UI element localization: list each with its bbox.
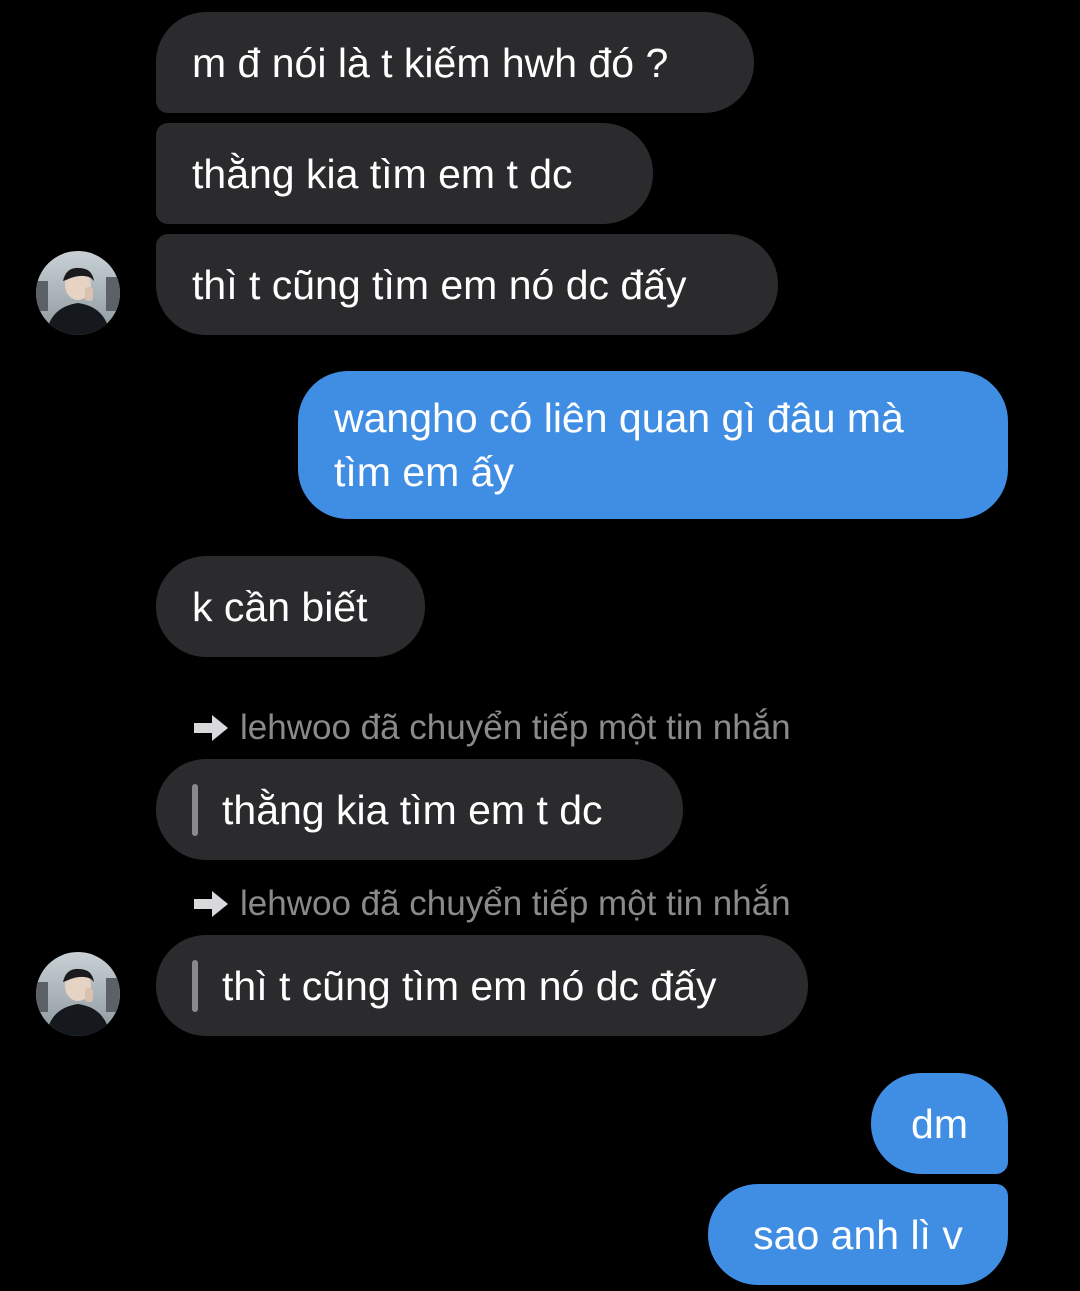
forwarded-note: lehwoo đã chuyển tiếp một tin nhắn [192, 706, 791, 750]
message-text-line: wangho có liên quan gì đâu mà [334, 395, 904, 441]
message-bubble-outgoing[interactable]: dm [871, 1073, 1008, 1174]
message-bubble-incoming[interactable]: thằng kia tìm em t dc [156, 123, 653, 224]
forward-arrow-icon [194, 715, 228, 741]
message-text: thì t cũng tìm em nó dc đấy [222, 962, 717, 1009]
message-text: thằng kia tìm em t dc [222, 786, 603, 833]
forwarded-note-text: lehwoo đã chuyển tiếp một tin nhắn [240, 884, 791, 923]
message-text: dm [911, 1100, 968, 1147]
forwarded-message-bubble[interactable]: thằng kia tìm em t dc [156, 759, 683, 860]
message-text-line: tìm em ấy [334, 449, 514, 495]
message-bubble-outgoing[interactable]: wangho có liên quan gì đâu mà tìm em ấy [298, 371, 1008, 519]
forwarded-message-bubble[interactable]: thì t cũng tìm em nó dc đấy [156, 935, 808, 1036]
forwarded-note-text: lehwoo đã chuyển tiếp một tin nhắn [240, 708, 791, 747]
message-text: m đ nói là t kiếm hwh đó ? [192, 39, 669, 86]
message-bubble-incoming[interactable]: m đ nói là t kiếm hwh đó ? [156, 12, 754, 113]
message-bubble-incoming[interactable]: thì t cũng tìm em nó dc đấy [156, 234, 778, 335]
forwarded-note: lehwoo đã chuyển tiếp một tin nhắn [192, 882, 791, 926]
quote-bar [192, 783, 198, 836]
forward-arrow-icon [194, 891, 228, 917]
quote-bar [192, 959, 198, 1012]
avatar-icon[interactable] [36, 952, 120, 1036]
message-text: thằng kia tìm em t dc [192, 150, 573, 197]
message-text: k cần biết [192, 583, 368, 630]
message-bubble-incoming[interactable]: k cần biết [156, 556, 425, 657]
avatar-icon[interactable] [36, 251, 120, 335]
message-bubble-outgoing[interactable]: sao anh lì v [708, 1184, 1008, 1285]
message-text: thì t cũng tìm em nó dc đấy [192, 261, 687, 308]
message-text: sao anh lì v [753, 1211, 963, 1258]
